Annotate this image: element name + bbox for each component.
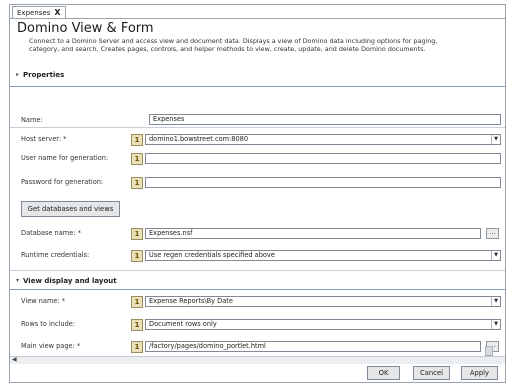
database-name-value: Expenses.nsf [149, 229, 193, 237]
name-field[interactable]: Expenses [149, 114, 501, 125]
view-name-select[interactable]: Expense Reports\By Date ▼ [145, 296, 501, 307]
runtime-credentials-value: Use regen credentials specified above [149, 251, 275, 259]
cancel-button[interactable]: Cancel [413, 366, 450, 380]
host-server-value: domino1.bowstreet.com:8080 [149, 135, 249, 143]
password-label: Password for generation: [21, 178, 104, 186]
chevron-down-icon[interactable]: ▼ [491, 297, 500, 306]
user-name-field[interactable] [145, 153, 501, 164]
chevron-down-icon[interactable]: ▼ [491, 135, 500, 144]
page-description: Connect to a Domino Server and access vi… [29, 37, 438, 54]
main-view-page-label: Main view page: * [21, 342, 81, 350]
host-server-label: Host server: * [21, 135, 67, 143]
apply-button[interactable]: Apply [461, 366, 498, 380]
picker-icon[interactable]: 1 [131, 134, 143, 146]
horizontal-scrollbar[interactable]: ◀ [10, 356, 505, 364]
section-view-display-label: View display and layout [23, 277, 117, 285]
host-server-select[interactable]: domino1.bowstreet.com:8080 ▼ [145, 134, 501, 145]
section-rule [10, 86, 505, 87]
picker-icon[interactable]: 1 [131, 296, 143, 308]
browse-database-button[interactable]: ... [486, 228, 499, 239]
name-value: Expenses [153, 115, 185, 123]
section-view-display[interactable]: ▾ View display and layout [10, 276, 505, 288]
rows-to-include-value: Document rows only [149, 320, 217, 328]
runtime-credentials-select[interactable]: Use regen credentials specified above ▼ [145, 250, 501, 261]
row-divider [10, 127, 505, 128]
user-name-label: User name for generation: [21, 154, 109, 162]
picker-icon[interactable]: 1 [131, 153, 143, 165]
chevron-down-icon[interactable]: ▼ [491, 320, 500, 329]
row-divider [10, 270, 505, 271]
picker-icon[interactable]: 1 [131, 319, 143, 331]
view-name-label: View name: * [21, 297, 66, 305]
vertical-scrollbar-thumb[interactable] [485, 346, 493, 356]
database-name-label: Database name: * [21, 229, 81, 237]
main-view-page-field[interactable]: /factory/pages/domino_portlet.html [145, 341, 481, 352]
name-label: Name: [21, 116, 43, 124]
get-databases-button[interactable]: Get databases and views [21, 201, 120, 217]
view-name-value: Expense Reports\By Date [149, 297, 233, 305]
rows-to-include-select[interactable]: Document rows only ▼ [145, 319, 501, 330]
picker-icon[interactable]: 1 [131, 341, 143, 353]
section-rule [10, 289, 505, 290]
scroll-left-icon[interactable]: ◀ [12, 356, 17, 363]
tab-divider [10, 18, 505, 19]
rows-to-include-label: Rows to include: [21, 320, 76, 328]
section-properties-label: Properties [23, 71, 65, 79]
picker-icon[interactable]: 1 [131, 228, 143, 240]
database-name-field[interactable]: Expenses.nsf [145, 228, 481, 239]
picker-icon[interactable]: 1 [131, 177, 143, 189]
picker-icon[interactable]: 1 [131, 250, 143, 262]
expand-arrow-icon: ▸ [16, 71, 20, 78]
section-properties[interactable]: ▸ Properties [10, 70, 505, 82]
page-title: Domino View & Form [17, 21, 154, 36]
ok-button[interactable]: OK [367, 366, 400, 380]
password-field[interactable] [145, 177, 501, 188]
runtime-credentials-label: Runtime credentials: [21, 251, 90, 259]
expand-arrow-icon: ▾ [16, 277, 20, 284]
main-view-page-value: /factory/pages/domino_portlet.html [149, 342, 266, 350]
chevron-down-icon[interactable]: ▼ [491, 251, 500, 260]
